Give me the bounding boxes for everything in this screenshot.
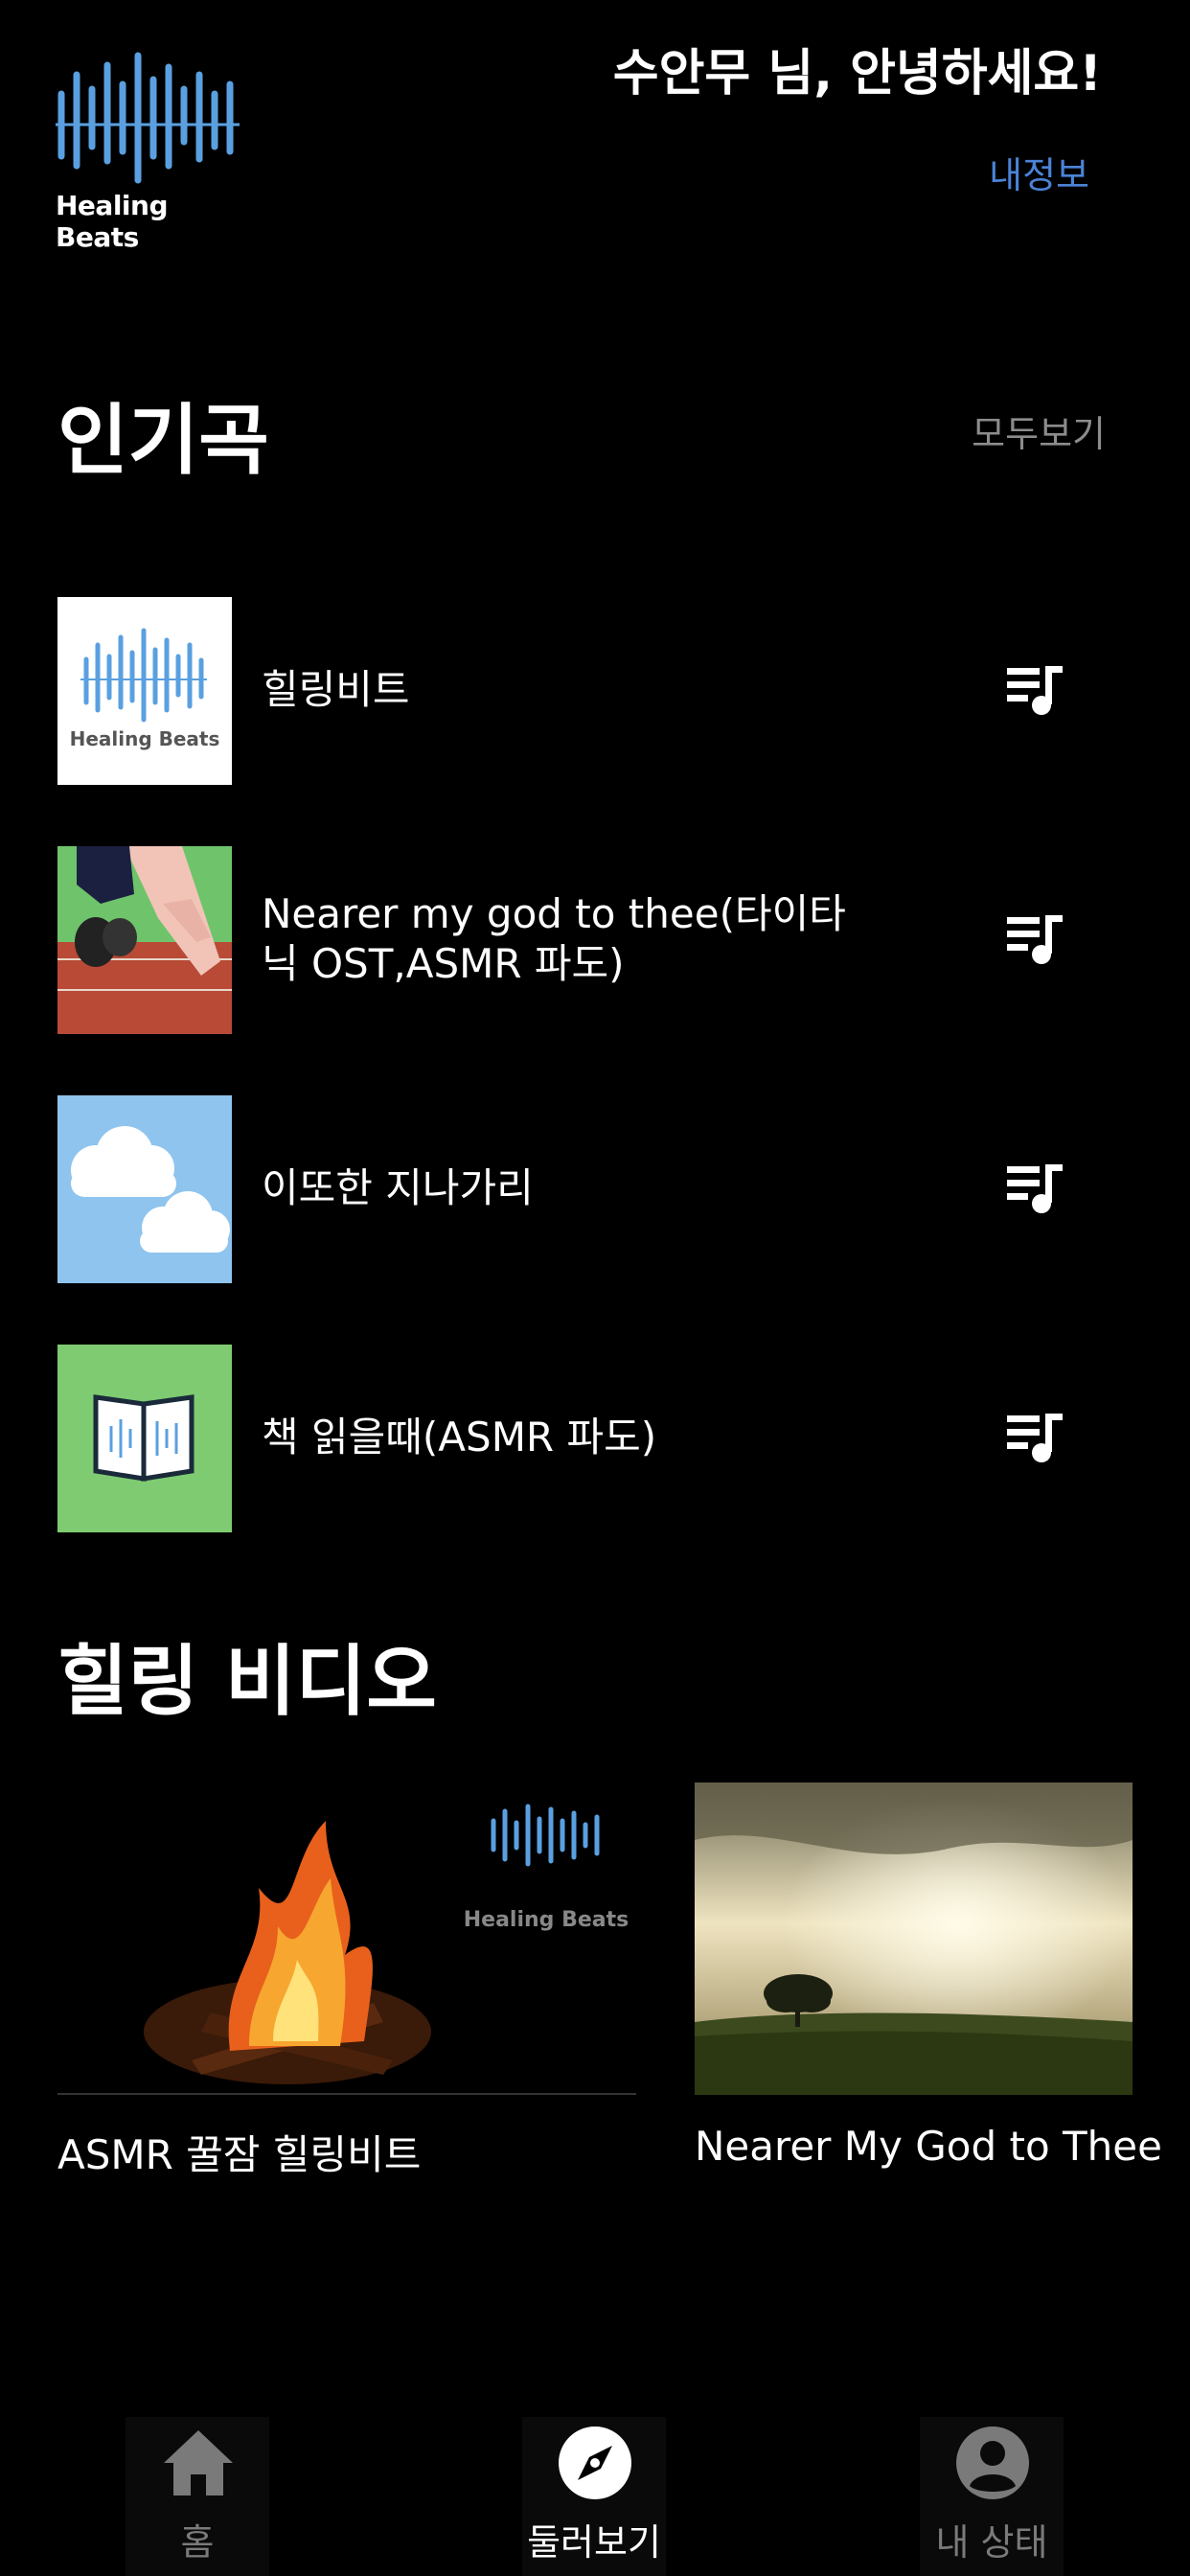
song-thumbnail (57, 846, 232, 1034)
my-info-link[interactable]: 내정보 (989, 146, 1089, 198)
compass-icon (557, 2425, 633, 2501)
add-to-playlist-icon[interactable] (1003, 1408, 1068, 1465)
nav-explore[interactable]: 둘러보기 (522, 2417, 666, 2576)
runner-track-image (57, 846, 232, 1034)
popular-section-title: 인기곡 (57, 396, 269, 485)
home-icon (160, 2425, 237, 2501)
song-item[interactable]: 이또한 지나가리 (57, 1095, 1073, 1283)
see-all-link[interactable]: 모두보기 (972, 404, 1106, 457)
tree-landscape-image (695, 1782, 1133, 2095)
clouds-sky-image (57, 1095, 232, 1283)
videos-section-title: 힐링 비디오 (57, 1637, 437, 1726)
song-thumbnail: Healing Beats (57, 597, 232, 785)
song-title: 이또한 지나가리 (262, 1164, 534, 1211)
add-to-playlist-icon[interactable] (1003, 909, 1068, 967)
song-title: Nearer my god to thee(타이타닉 OST,ASMR 파도) (262, 890, 846, 987)
add-to-playlist-icon[interactable] (1003, 660, 1068, 718)
soundwave-icon (56, 52, 240, 184)
video-thumbnail (695, 1782, 1133, 2095)
song-title: 책 읽을때(ASMR 파도) (262, 1414, 657, 1460)
video-title: ASMR 꿀잠 힐링비트 (57, 2131, 422, 2178)
video-watermark: Healing Beats (464, 1908, 629, 1932)
song-title: 힐링비트 (262, 666, 410, 713)
greeting-text: 수안무 님, 안녕하세요! (612, 45, 1102, 103)
account-circle-icon (954, 2425, 1031, 2501)
header: Healing Beats 수안무 님, 안녕하세요! 내정보 (0, 0, 1190, 253)
song-item[interactable]: Healing Beats 힐링비트 (57, 597, 1073, 785)
open-book-image (57, 1345, 232, 1532)
nav-home[interactable]: 홈 (126, 2417, 269, 2576)
song-thumbnail (57, 1345, 232, 1532)
add-to-playlist-icon[interactable] (1003, 1159, 1068, 1216)
nav-status-label: 내 상태 (935, 2521, 1048, 2564)
video-thumbnail: Healing Beats (57, 1782, 636, 2095)
healing-beats-logo-image: Healing Beats (70, 628, 220, 750)
video-title: Nearer My God to Thee (695, 2123, 1162, 2170)
app-logo: Healing Beats (56, 46, 247, 253)
nav-explore-label: 둘러보기 (527, 2521, 661, 2564)
logo-text: Healing Beats (56, 190, 169, 253)
nav-home-label: 홈 (180, 2521, 215, 2564)
song-item[interactable]: Nearer my god to thee(타이타닉 OST,ASMR 파도) (57, 846, 1073, 1034)
song-thumbnail (57, 1095, 232, 1283)
nav-status[interactable]: 내 상태 (920, 2417, 1064, 2576)
song-item[interactable]: 책 읽을때(ASMR 파도) (57, 1345, 1073, 1532)
svg-text:Healing Beats: Healing Beats (70, 727, 220, 750)
bottom-navigation: 홈 둘러보기 내 상태 (0, 2396, 1190, 2576)
campfire-image: Healing Beats (57, 1782, 636, 2093)
